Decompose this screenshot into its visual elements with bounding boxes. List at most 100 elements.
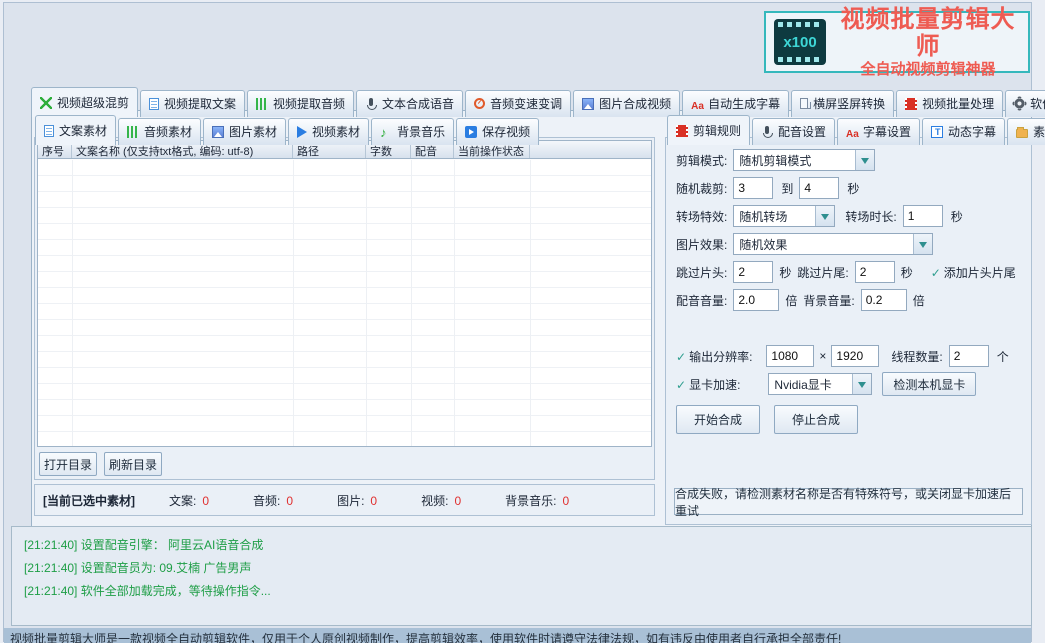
gpu-select[interactable]: Nvidia显卡 [768, 373, 872, 395]
app-title: 视频批量剪辑大师 [836, 6, 1020, 61]
tab-text-material[interactable]: 文案素材 [35, 115, 116, 145]
material-table[interactable]: 序号 文案名称 (仅支持txt格式, 编码: utf-8) 路径 字数 配音 当… [37, 140, 652, 447]
tab-material-directory[interactable]: 素材目录 [1007, 118, 1045, 145]
tab-clip-rules[interactable]: 剪辑规则 [667, 115, 750, 145]
clip-mode-label: 剪辑模式: [676, 152, 727, 169]
open-directory-button[interactable]: 打开目录 [39, 452, 97, 476]
gpu-row: 显卡加速: Nvidia显卡 检测本机显卡 [676, 372, 976, 396]
transition-select[interactable]: 随机转场 [733, 205, 835, 227]
app-logo: x100 视频批量剪辑大师 全自动视频剪辑神器 [764, 11, 1030, 73]
times-label: 倍 [913, 292, 925, 309]
microphone-icon [365, 98, 377, 110]
random-cut-row: 随机裁剪: 到 秒 [676, 176, 865, 200]
threads-input[interactable] [949, 345, 989, 367]
volume-row: 配音音量: 倍 背景音量: 倍 [676, 288, 931, 312]
app-subtitle: 全自动视频剪辑神器 [836, 61, 1020, 78]
tab-audio-material[interactable]: 音频素材 [118, 118, 201, 145]
summary-video-count: 视频:0 [421, 492, 461, 509]
voice-volume-input[interactable] [733, 289, 779, 311]
skip-tail-label: 跳过片尾: [797, 264, 848, 281]
material-table-body[interactable] [38, 160, 651, 446]
tab-save-video[interactable]: 保存视频 [456, 118, 539, 145]
gear-icon [1014, 98, 1025, 109]
compose-buttons-row: 开始合成 停止合成 [676, 404, 858, 434]
skip-head-label: 跳过片头: [676, 264, 727, 281]
rotate-screen-icon [800, 98, 808, 109]
random-cut-to-input[interactable] [799, 177, 839, 199]
image-effect-select[interactable]: 随机效果 [733, 233, 933, 255]
bg-volume-label: 背景音量: [803, 292, 854, 309]
selected-materials-strip: [当前已选中素材] 文案:0 音频:0 图片:0 视频:0 背景音乐:0 [34, 484, 655, 516]
image-icon [582, 98, 594, 110]
tab-batch-process[interactable]: 视频批量处理 [896, 90, 1003, 117]
summary-image-count: 图片:0 [337, 492, 377, 509]
waveform-icon [127, 126, 139, 138]
detect-gpu-button[interactable]: 检测本机显卡 [882, 372, 976, 396]
refresh-directory-button[interactable]: 刷新目录 [104, 452, 162, 476]
tab-video-super-mix[interactable]: 视频超级混剪 [31, 87, 138, 117]
tab-text-to-speech[interactable]: 文本合成语音 [356, 90, 463, 117]
folder-icon [1016, 129, 1028, 138]
gpu-accel-checkbox[interactable]: 显卡加速: [676, 376, 746, 393]
tab-video-material[interactable]: 视频素材 [288, 118, 369, 145]
microphone-icon [761, 126, 773, 138]
bg-volume-input[interactable] [861, 289, 907, 311]
material-tab-bar: 文案素材 音频素材 图片素材 视频素材 背景音乐 保存视频 [35, 115, 541, 145]
image-effect-label: 图片效果: [676, 236, 727, 253]
seconds-label: 秒 [847, 180, 859, 197]
summary-bgm-count: 背景音乐:0 [505, 492, 569, 509]
document-icon [44, 125, 54, 137]
subtitle-aa-icon [846, 126, 858, 138]
tab-orientation-convert[interactable]: 横屏竖屏转换 [791, 90, 894, 117]
skip-tail-input[interactable] [855, 261, 895, 283]
start-compose-button[interactable]: 开始合成 [676, 405, 760, 434]
selected-materials-label: [当前已选中素材] [43, 492, 135, 509]
col-filler [530, 141, 651, 158]
tab-audio-speed-pitch[interactable]: 音频变速变调 [465, 90, 571, 117]
film-icon [905, 98, 917, 110]
random-cut-from-input[interactable] [733, 177, 773, 199]
clip-mode-row: 剪辑模式: 随机剪辑模式 [676, 148, 875, 172]
tab-image-material[interactable]: 图片素材 [203, 118, 286, 145]
to-label: 到 [781, 180, 793, 197]
tab-extract-audio[interactable]: 视频提取音频 [247, 90, 354, 117]
play-icon [297, 126, 307, 138]
gauge-icon [474, 98, 485, 109]
t-box-icon [931, 126, 943, 138]
clip-mode-select[interactable]: 随机剪辑模式 [733, 149, 875, 171]
stop-compose-button[interactable]: 停止合成 [774, 405, 858, 434]
tab-image-to-video[interactable]: 图片合成视频 [573, 90, 680, 117]
tab-dynamic-subtitle[interactable]: 动态字幕 [922, 118, 1005, 145]
chevron-down-icon[interactable] [913, 234, 932, 254]
chevron-down-icon[interactable] [815, 206, 834, 226]
chevron-down-icon[interactable] [852, 374, 871, 394]
transition-label: 转场特效: [676, 208, 727, 225]
transition-duration-input[interactable] [903, 205, 943, 227]
random-cut-label: 随机裁剪: [676, 180, 727, 197]
tab-extract-text[interactable]: 视频提取文案 [140, 90, 245, 117]
tab-subtitle-settings[interactable]: 字幕设置 [837, 118, 920, 145]
add-head-tail-checkbox[interactable]: 添加片头片尾 [931, 264, 1016, 281]
transition-row: 转场特效: 随机转场 转场时长: 秒 [676, 204, 969, 228]
threads-label: 线程数量: [891, 348, 942, 365]
resolution-height-input[interactable] [831, 345, 879, 367]
resolution-checkbox[interactable]: 输出分辨率: [676, 348, 758, 365]
tab-dub-settings[interactable]: 配音设置 [752, 118, 835, 145]
summary-audio-count: 音频:0 [253, 492, 293, 509]
tab-software-settings[interactable]: 软件参数设置 [1005, 90, 1045, 117]
times-label: 倍 [785, 292, 797, 309]
seconds-label: 秒 [901, 264, 913, 281]
film-icon [676, 125, 688, 137]
compose-status-message: 合成失败，请检测素材名称是否有特殊符号，或关闭显卡加速后重试 [674, 488, 1023, 515]
material-list-group: 序号 文案名称 (仅支持txt格式, 编码: utf-8) 路径 字数 配音 当… [34, 137, 655, 480]
settings-tab-bar: 剪辑规则 配音设置 字幕设置 动态字幕 素材目录 [667, 115, 1045, 145]
resolution-width-input[interactable] [766, 345, 814, 367]
music-note-icon [380, 126, 392, 138]
skip-head-input[interactable] [733, 261, 773, 283]
tab-bg-music[interactable]: 背景音乐 [371, 118, 454, 145]
logo-badge-text: x100 [783, 34, 816, 51]
chevron-down-icon[interactable] [855, 150, 874, 170]
tab-auto-subtitle[interactable]: 自动生成字幕 [682, 90, 789, 117]
app-root: x100 视频批量剪辑大师 全自动视频剪辑神器 视频超级混剪 视频提取文案 视频… [0, 0, 1045, 642]
waveform-icon [256, 98, 268, 110]
